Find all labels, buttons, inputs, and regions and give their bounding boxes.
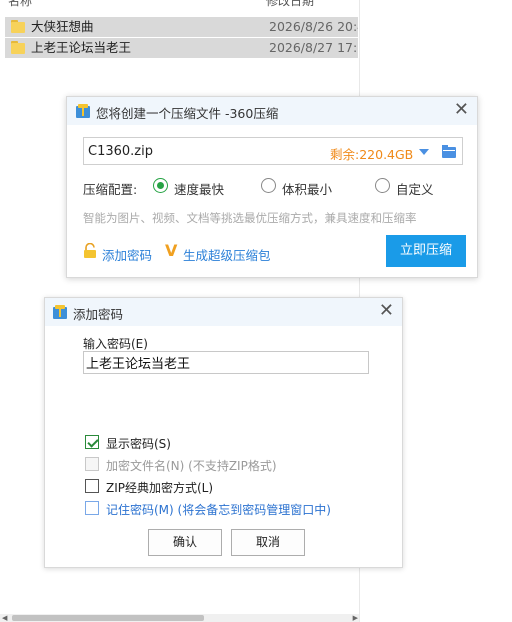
compress-config-label: 压缩配置: [83,182,138,197]
radio-label: 体积最小 [282,182,333,197]
archive-filename[interactable]: C1360.zip [88,144,153,159]
vip-v-icon: V [165,241,178,260]
360zip-app-icon [76,104,90,118]
checkbox-icon [85,479,99,493]
compress-dialog-title: 您将创建一个压缩文件 -360压缩 [96,106,279,121]
file-date: 2026/8/26 20:46 [269,19,358,34]
compress-now-button[interactable]: 立即压缩 [386,235,466,267]
checkbox-label: 显示密码(S) [106,437,171,451]
checkbox-label: 记住密码(M) (将会备忘到密码管理窗口中) [106,503,331,517]
scrollbar-thumb[interactable] [12,615,204,621]
lock-icon [84,243,96,258]
radio-icon [153,178,168,193]
checkbox-icon [85,457,99,471]
password-dialog-title-bar[interactable]: 添加密码 ✕ [45,298,402,326]
radio-label: 自定义 [396,182,434,197]
chevron-down-icon[interactable] [419,149,429,155]
file-name: 上老王论坛当老王 [31,40,132,55]
password-input[interactable] [83,351,369,374]
checkbox-icon [85,501,99,515]
file-row[interactable]: 大侠狂想曲 2026/8/26 20:46 [5,17,358,37]
file-row[interactable]: 上老王论坛当老王 2026/8/27 17:11 [5,38,358,58]
confirm-button[interactable]: 确认 [148,529,222,556]
file-date: 2026/8/27 17:11 [269,40,358,55]
checkbox-icon [85,435,99,449]
column-headers: 名称 修改日期 [0,0,359,9]
free-space-text: 剩余:220.4GB [330,147,414,162]
compress-hint-text: 智能为图片、视频、文档等挑选最优压缩方式，兼具速度和压缩率 [83,211,417,225]
close-icon[interactable]: ✕ [454,101,469,119]
scroll-right-icon[interactable]: ▶ [353,614,358,622]
cancel-button[interactable]: 取消 [231,529,305,556]
add-password-dialog: 添加密码 ✕ 输入密码(E) 显示密码(S) 加密文件名(N) (不支持ZIP格… [44,297,403,568]
password-input-label: 输入密码(E) [83,337,148,351]
password-dialog-title: 添加密码 [73,307,124,322]
compress-dialog: 您将创建一个压缩文件 -360压缩 ✕ C1360.zip 剩余:220.4GB… [66,96,478,278]
radio-icon [375,178,390,193]
checkbox-label: 加密文件名(N) (不支持ZIP格式) [106,459,277,473]
scroll-left-icon[interactable]: ◀ [2,614,7,622]
360zip-app-icon [53,305,67,319]
super-zip-label: 生成超级压缩包 [183,248,271,263]
column-header-name[interactable]: 名称 [8,0,32,9]
radio-icon [261,178,276,193]
close-icon[interactable]: ✕ [379,302,394,320]
add-password-label: 添加密码 [102,248,153,263]
archive-path-field[interactable]: C1360.zip 剩余:220.4GB [83,137,463,165]
column-header-date[interactable]: 修改日期 [266,0,314,9]
horizontal-scrollbar[interactable]: ◀ ▶ [0,614,359,622]
radio-label: 速度最快 [174,182,225,197]
folder-icon [11,41,25,54]
checkbox-label: ZIP经典加密方式(L) [106,481,214,495]
folder-icon [11,20,25,33]
file-name: 大侠狂想曲 [31,19,94,34]
browse-folder-icon[interactable] [442,145,456,158]
compress-dialog-title-bar[interactable]: 您将创建一个压缩文件 -360压缩 ✕ [67,97,477,125]
